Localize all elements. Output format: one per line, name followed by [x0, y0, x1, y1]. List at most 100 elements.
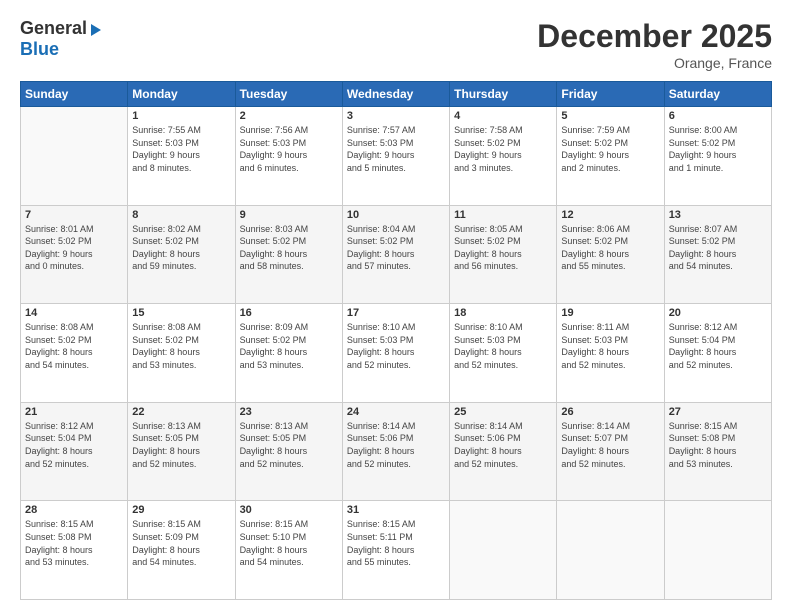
calendar-week-row: 28Sunrise: 8:15 AM Sunset: 5:08 PM Dayli… [21, 501, 772, 600]
day-info: Sunrise: 8:05 AM Sunset: 5:02 PM Dayligh… [454, 223, 552, 273]
calendar-cell: 11Sunrise: 8:05 AM Sunset: 5:02 PM Dayli… [450, 205, 557, 304]
day-number: 25 [454, 406, 552, 418]
weekday-header: Tuesday [235, 82, 342, 107]
logo-general: General [20, 18, 87, 39]
calendar-cell: 19 Sunrise: 8:11 AM Sunset: 5:03 PM Dayli… [557, 304, 664, 403]
day-info: Sunrise: 8:00 AM Sunset: 5:02 PM Dayligh… [669, 124, 767, 174]
weekday-header: Thursday [450, 82, 557, 107]
day-number: 19 [561, 307, 659, 319]
calendar-cell: 30 Sunrise: 8:15 AM Sunset: 5:10 PM Dayli… [235, 501, 342, 600]
day-info: Sunrise: 7:59 AM Sunset: 5:02 PM Dayligh… [561, 124, 659, 174]
day-info: Sunrise: 8:15 AM Sunset: 5:09 PM Dayligh… [132, 518, 230, 568]
calendar-cell: 4 Sunrise: 7:58 AM Sunset: 5:02 PM Daylig… [450, 107, 557, 206]
weekday-header: Wednesday [342, 82, 449, 107]
day-info: Sunrise: 8:14 AM Sunset: 5:06 PM Dayligh… [347, 420, 445, 470]
day-info: Sunrise: 8:08 AM Sunset: 5:02 PM Dayligh… [25, 321, 123, 371]
day-number: 1 [132, 110, 230, 122]
day-info: Sunrise: 8:15 AM Sunset: 5:08 PM Dayligh… [669, 420, 767, 470]
day-info: Sunrise: 7:57 AM Sunset: 5:03 PM Dayligh… [347, 124, 445, 174]
day-info: Sunrise: 8:10 AM Sunset: 5:03 PM Dayligh… [454, 321, 552, 371]
day-info: Sunrise: 8:12 AM Sunset: 5:04 PM Dayligh… [25, 420, 123, 470]
day-number: 16 [240, 307, 338, 319]
weekday-header: Friday [557, 82, 664, 107]
day-number: 20 [669, 307, 767, 319]
day-number: 26 [561, 406, 659, 418]
calendar-cell: 9Sunrise: 8:03 AM Sunset: 5:02 PM Daylig… [235, 205, 342, 304]
calendar-cell: 20Sunrise: 8:12 AM Sunset: 5:04 PM Dayli… [664, 304, 771, 403]
day-number: 21 [25, 406, 123, 418]
logo-blue: Blue [20, 39, 59, 60]
day-number: 4 [454, 110, 552, 122]
calendar-week-row: 1 Sunrise: 7:55 AM Sunset: 5:03 PM Daylig… [21, 107, 772, 206]
day-number: 14 [25, 307, 123, 319]
day-number: 27 [669, 406, 767, 418]
calendar-cell: 3 Sunrise: 7:57 AM Sunset: 5:03 PM Daylig… [342, 107, 449, 206]
day-number: 2 [240, 110, 338, 122]
day-number: 30 [240, 504, 338, 516]
calendar-cell: 26 Sunrise: 8:14 AM Sunset: 5:07 PM Dayli… [557, 402, 664, 501]
calendar-cell: 6 Sunrise: 8:00 AM Sunset: 5:02 PM Daylig… [664, 107, 771, 206]
calendar-cell: 22 Sunrise: 8:13 AM Sunset: 5:05 PM Dayli… [128, 402, 235, 501]
calendar-cell: 31 Sunrise: 8:15 AM Sunset: 5:11 PM Dayli… [342, 501, 449, 600]
calendar-cell: 18 Sunrise: 8:10 AM Sunset: 5:03 PM Dayli… [450, 304, 557, 403]
day-info: Sunrise: 8:07 AM Sunset: 5:02 PM Dayligh… [669, 223, 767, 273]
page: General Blue December 2025 Orange, Franc… [0, 0, 792, 612]
weekday-header: Sunday [21, 82, 128, 107]
day-number: 8 [132, 209, 230, 221]
calendar-cell: 21 Sunrise: 8:12 AM Sunset: 5:04 PM Dayli… [21, 402, 128, 501]
day-info: Sunrise: 8:04 AM Sunset: 5:02 PM Dayligh… [347, 223, 445, 273]
day-info: Sunrise: 8:15 AM Sunset: 5:10 PM Dayligh… [240, 518, 338, 568]
day-info: Sunrise: 8:09 AM Sunset: 5:02 PM Dayligh… [240, 321, 338, 371]
day-info: Sunrise: 8:02 AM Sunset: 5:02 PM Dayligh… [132, 223, 230, 273]
month-title: December 2025 [537, 18, 772, 55]
day-number: 23 [240, 406, 338, 418]
calendar-table: SundayMondayTuesdayWednesdayThursdayFrid… [20, 81, 772, 600]
day-number: 6 [669, 110, 767, 122]
day-info: Sunrise: 7:58 AM Sunset: 5:02 PM Dayligh… [454, 124, 552, 174]
calendar-cell: 17Sunrise: 8:10 AM Sunset: 5:03 PM Dayli… [342, 304, 449, 403]
day-number: 10 [347, 209, 445, 221]
calendar-cell: 2 Sunrise: 7:56 AM Sunset: 5:03 PM Daylig… [235, 107, 342, 206]
calendar-week-row: 14 Sunrise: 8:08 AM Sunset: 5:02 PM Dayli… [21, 304, 772, 403]
day-info: Sunrise: 8:13 AM Sunset: 5:05 PM Dayligh… [132, 420, 230, 470]
calendar-cell: 28Sunrise: 8:15 AM Sunset: 5:08 PM Dayli… [21, 501, 128, 600]
calendar-cell: 29 Sunrise: 8:15 AM Sunset: 5:09 PM Dayli… [128, 501, 235, 600]
day-info: Sunrise: 8:14 AM Sunset: 5:07 PM Dayligh… [561, 420, 659, 470]
day-info: Sunrise: 7:55 AM Sunset: 5:03 PM Dayligh… [132, 124, 230, 174]
calendar-cell [664, 501, 771, 600]
day-info: Sunrise: 8:15 AM Sunset: 5:08 PM Dayligh… [25, 518, 123, 568]
logo: General Blue [20, 18, 101, 60]
day-number: 3 [347, 110, 445, 122]
day-info: Sunrise: 7:56 AM Sunset: 5:03 PM Dayligh… [240, 124, 338, 174]
calendar-cell: 15Sunrise: 8:08 AM Sunset: 5:02 PM Dayli… [128, 304, 235, 403]
day-info: Sunrise: 8:11 AM Sunset: 5:03 PM Dayligh… [561, 321, 659, 371]
day-info: Sunrise: 8:06 AM Sunset: 5:02 PM Dayligh… [561, 223, 659, 273]
calendar-cell: 24 Sunrise: 8:14 AM Sunset: 5:06 PM Dayli… [342, 402, 449, 501]
calendar-header-row: SundayMondayTuesdayWednesdayThursdayFrid… [21, 82, 772, 107]
calendar-cell: 23Sunrise: 8:13 AM Sunset: 5:05 PM Dayli… [235, 402, 342, 501]
calendar-cell: 25 Sunrise: 8:14 AM Sunset: 5:06 PM Dayli… [450, 402, 557, 501]
day-info: Sunrise: 8:08 AM Sunset: 5:02 PM Dayligh… [132, 321, 230, 371]
day-info: Sunrise: 8:15 AM Sunset: 5:11 PM Dayligh… [347, 518, 445, 568]
calendar-cell: 27 Sunrise: 8:15 AM Sunset: 5:08 PM Dayli… [664, 402, 771, 501]
day-number: 24 [347, 406, 445, 418]
day-number: 5 [561, 110, 659, 122]
calendar-cell: 8 Sunrise: 8:02 AM Sunset: 5:02 PM Daylig… [128, 205, 235, 304]
day-info: Sunrise: 8:01 AM Sunset: 5:02 PM Dayligh… [25, 223, 123, 273]
calendar-week-row: 21 Sunrise: 8:12 AM Sunset: 5:04 PM Dayli… [21, 402, 772, 501]
calendar-cell: 13Sunrise: 8:07 AM Sunset: 5:02 PM Dayli… [664, 205, 771, 304]
day-number: 12 [561, 209, 659, 221]
day-number: 31 [347, 504, 445, 516]
calendar-cell: 5 Sunrise: 7:59 AM Sunset: 5:02 PM Daylig… [557, 107, 664, 206]
day-number: 29 [132, 504, 230, 516]
calendar-cell: 7Sunrise: 8:01 AM Sunset: 5:02 PM Daylig… [21, 205, 128, 304]
calendar-cell [21, 107, 128, 206]
calendar-cell [450, 501, 557, 600]
calendar-cell: 10 Sunrise: 8:04 AM Sunset: 5:02 PM Dayli… [342, 205, 449, 304]
calendar-cell: 16 Sunrise: 8:09 AM Sunset: 5:02 PM Dayli… [235, 304, 342, 403]
calendar-cell: 12 Sunrise: 8:06 AM Sunset: 5:02 PM Dayli… [557, 205, 664, 304]
calendar-cell: 14 Sunrise: 8:08 AM Sunset: 5:02 PM Dayli… [21, 304, 128, 403]
day-number: 18 [454, 307, 552, 319]
day-info: Sunrise: 8:14 AM Sunset: 5:06 PM Dayligh… [454, 420, 552, 470]
day-number: 22 [132, 406, 230, 418]
